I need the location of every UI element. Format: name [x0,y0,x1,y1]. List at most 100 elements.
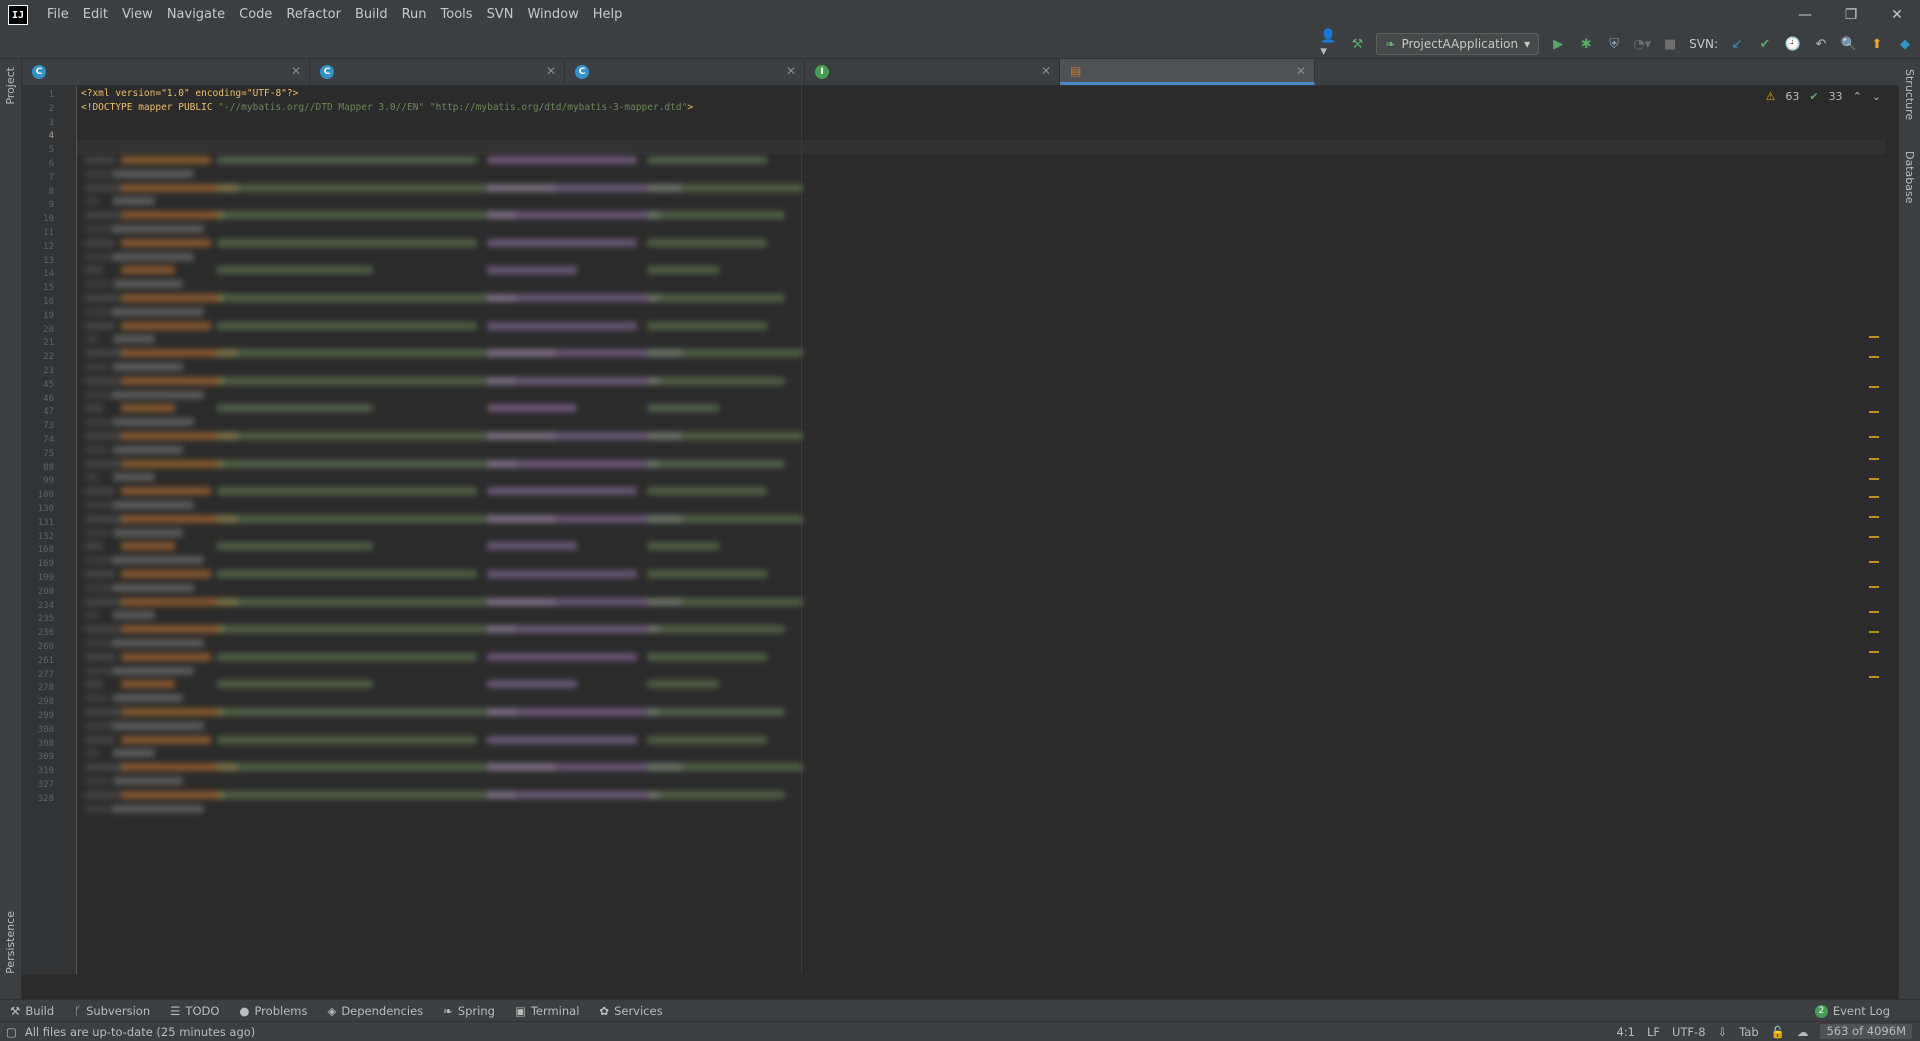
inspection-widget[interactable]: ⚠ 63 ✔ 33 ⌃ ⌄ [1765,90,1881,103]
warning-stripe-mark[interactable] [1869,386,1879,388]
blurred-code-segment [85,404,103,413]
warning-stripe-mark[interactable] [1869,676,1879,678]
warning-count: 63 [1785,90,1800,103]
profile-icon[interactable]: ◔▾ [1633,35,1651,53]
minimize-icon[interactable]: — [1782,0,1828,30]
spring-boot-icon: ❧ [1385,37,1396,51]
close-icon[interactable]: ✕ [1874,0,1920,30]
todo-tool-button[interactable]: ☰ TODO [160,1004,229,1018]
blurred-code-segment [113,197,155,206]
persistence-tool-button[interactable]: Persistence [4,911,17,974]
subversion-tool-button[interactable]: ᚴ Subversion [64,1004,160,1018]
blurred-code-segment [85,542,103,551]
menu-svn[interactable]: SVN [480,0,521,30]
memory-indicator[interactable]: 563 of 4096M [1820,1024,1912,1039]
history-icon[interactable]: 🕘 [1784,35,1802,53]
structure-tool-button[interactable]: Structure [1903,69,1916,120]
debug-icon[interactable]: ✱ [1577,35,1595,53]
plugin-icon[interactable]: ◆ [1896,35,1914,53]
warning-stripe-mark[interactable] [1869,436,1879,438]
blurred-code-segment [85,459,120,468]
run-configuration-select[interactable]: ❧ ProjectAApplication ▾ [1376,33,1540,55]
warning-stripe-mark[interactable] [1869,631,1879,633]
check-icon: ✔ [1809,90,1819,103]
blurred-code-segment [85,680,103,689]
status-toggle-icon[interactable]: ▢ [6,1025,17,1039]
tab-close-icon[interactable]: ✕ [1296,64,1306,78]
chevron-up-icon[interactable]: ⌃ [1853,90,1862,103]
menu-run[interactable]: Run [395,0,434,30]
event-log-button[interactable]: 2 Event Log [1814,1004,1890,1018]
line-number: 299 [37,711,54,721]
warning-stripe-mark[interactable] [1869,458,1879,460]
indent-setting[interactable]: Tab [1739,1025,1758,1039]
editor-tab[interactable]: I ✕ [805,59,1060,85]
line-number: 5 [48,145,54,156]
dependencies-tool-button[interactable]: ◈ Dependencies [317,1004,433,1018]
problems-tool-button[interactable]: ● Problems [229,1004,317,1018]
warning-stripe-mark[interactable] [1869,536,1879,538]
menu-build[interactable]: Build [348,0,395,30]
menu-view[interactable]: View [115,0,160,30]
restore-icon[interactable]: ❐ [1828,0,1874,30]
run-icon[interactable]: ▶ [1549,35,1567,53]
coverage-icon[interactable]: ⛨ [1605,35,1623,53]
cloud-icon[interactable]: ☁ [1797,1025,1809,1039]
readonly-icon[interactable]: ⇩ [1718,1025,1728,1039]
blurred-code-segment [85,790,120,799]
database-tool-button[interactable]: Database [1903,151,1916,204]
line-number: 14 [43,269,54,280]
build-tool-button[interactable]: ⚒ Build [0,1004,64,1018]
warning-stripe-mark[interactable] [1869,496,1879,498]
blurred-code-segment [85,183,124,192]
menu-window[interactable]: Window [520,0,585,30]
file-encoding[interactable]: UTF-8 [1672,1025,1706,1039]
code-editor[interactable]: <?xml version="1.0" encoding="UTF-8"?> <… [77,86,1885,974]
caret-position[interactable]: 4:1 [1616,1025,1635,1039]
build-hammer-icon[interactable]: ⚒ [1348,35,1366,53]
menu-navigate[interactable]: Navigate [160,0,232,30]
warning-stripe-mark[interactable] [1869,611,1879,613]
search-icon[interactable]: 🔍 [1840,35,1858,53]
warning-stripe-mark[interactable] [1869,411,1879,413]
tab-close-icon[interactable]: ✕ [1041,64,1051,78]
spring-tool-button[interactable]: ❧ Spring [433,1004,505,1018]
blurred-code-segment [487,625,660,634]
line-number: 2 [48,103,54,114]
menu-refactor[interactable]: Refactor [279,0,348,30]
project-tool-button[interactable]: Project [4,67,17,105]
menu-tools[interactable]: Tools [434,0,480,30]
warning-stripe-mark[interactable] [1869,356,1879,358]
blurred-code-segment [487,294,660,302]
menu-edit[interactable]: Edit [76,0,115,30]
rollback-icon[interactable]: ↶ [1812,35,1830,53]
editor-tab[interactable]: C ✕ [565,59,805,85]
line-separator[interactable]: LF [1647,1025,1660,1039]
services-tool-button[interactable]: ✿ Services [589,1004,672,1018]
warning-stripe-mark[interactable] [1869,478,1879,480]
warning-stripe-mark[interactable] [1869,586,1879,588]
menu-code[interactable]: Code [232,0,279,30]
svn-update-icon[interactable]: ↙ [1728,35,1746,53]
tab-close-icon[interactable]: ✕ [786,64,796,78]
stop-icon[interactable]: ■ [1661,35,1679,53]
menu-file[interactable]: File [40,0,76,30]
editor-tab[interactable]: C ✕ [22,59,310,85]
update-icon[interactable]: ⬆ [1868,35,1886,53]
warning-stripe-mark[interactable] [1869,336,1879,338]
tab-close-icon[interactable]: ✕ [291,64,301,78]
svn-commit-icon[interactable]: ✔ [1756,35,1774,53]
warning-stripe-mark[interactable] [1869,651,1879,653]
blurred-code-segment [487,211,660,220]
vcs-user-icon[interactable]: 👤▾ [1320,29,1338,59]
tab-close-icon[interactable]: ✕ [546,64,556,78]
editor-tab[interactable]: C ✕ [310,59,565,85]
warning-stripe-mark[interactable] [1869,561,1879,563]
lock-icon[interactable]: 🔓 [1771,1025,1785,1039]
blurred-code-region [77,154,1885,974]
menu-help[interactable]: Help [586,0,630,30]
terminal-tool-button[interactable]: ▣ Terminal [505,1004,589,1018]
blurred-code-segment [85,349,124,358]
editor-tab-active[interactable]: ▤ ✕ [1060,59,1315,85]
warning-stripe-mark[interactable] [1869,516,1879,518]
